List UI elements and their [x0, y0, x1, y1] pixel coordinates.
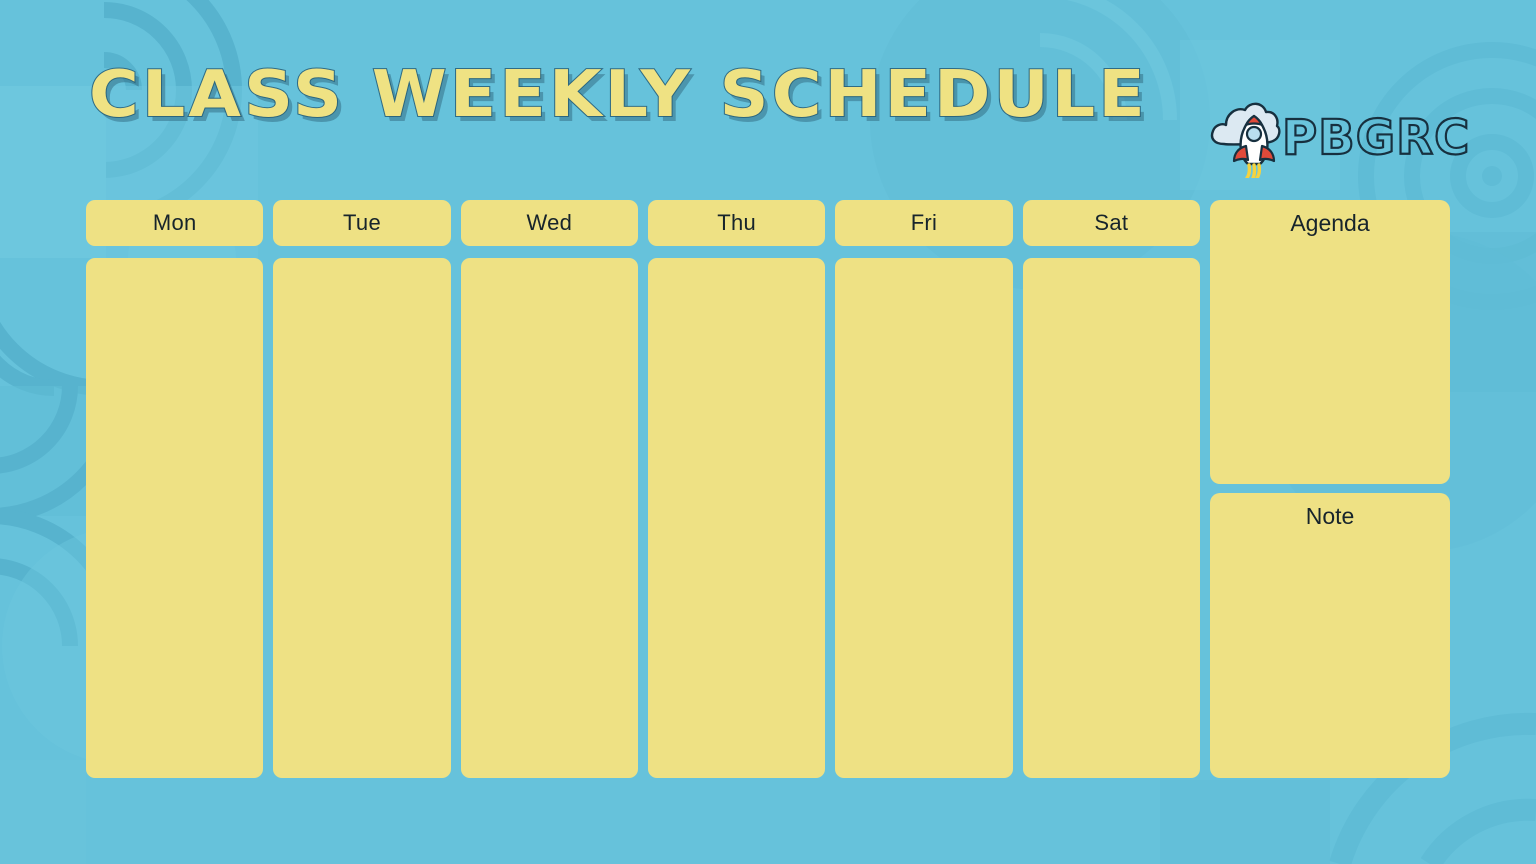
day-body-fri[interactable]: [835, 258, 1013, 778]
day-header-tue[interactable]: Tue: [273, 200, 451, 246]
day-body-tue[interactable]: [273, 258, 451, 778]
day-header-wed[interactable]: Wed: [460, 200, 638, 246]
day-body-thu[interactable]: [647, 258, 826, 778]
brand-logo[interactable]: PBGRC: [1208, 96, 1470, 180]
note-panel-label: Note: [1305, 503, 1355, 529]
day-header-fri[interactable]: Fri: [835, 200, 1013, 246]
day-body-sat[interactable]: [1022, 258, 1200, 778]
day-column-thu: Thu: [647, 200, 826, 778]
agenda-panel-label: Agenda: [1290, 210, 1370, 236]
page-title: CLASS WEEKLY SCHEDULE: [88, 58, 1148, 132]
weekly-schedule-board: Mon Tue Wed Thu Fri Sat Agenda Note: [86, 200, 1450, 778]
day-column-mon: Mon: [86, 200, 264, 778]
rocket-cloud-icon: [1210, 102, 1281, 178]
day-header-sat[interactable]: Sat: [1022, 200, 1200, 246]
day-column-tue: Tue: [273, 200, 451, 778]
day-column-fri: Fri: [835, 200, 1013, 778]
day-header-thu[interactable]: Thu: [647, 200, 826, 246]
agenda-panel[interactable]: Agenda: [1210, 200, 1450, 484]
schedule-poster: CLASS WEEKLY SCHEDULE PBGRC Mon Tue Wed …: [0, 0, 1536, 864]
note-panel[interactable]: Note: [1210, 493, 1450, 778]
day-body-wed[interactable]: [460, 258, 638, 778]
day-columns: Mon Tue Wed Thu Fri Sat: [86, 200, 1200, 778]
day-body-mon[interactable]: [86, 258, 264, 778]
day-header-mon[interactable]: Mon: [86, 200, 264, 246]
day-column-sat: Sat: [1022, 200, 1200, 778]
sidebar-panels: Agenda Note: [1210, 200, 1450, 778]
day-column-wed: Wed: [460, 200, 638, 778]
brand-name: PBGRC: [1281, 110, 1471, 166]
